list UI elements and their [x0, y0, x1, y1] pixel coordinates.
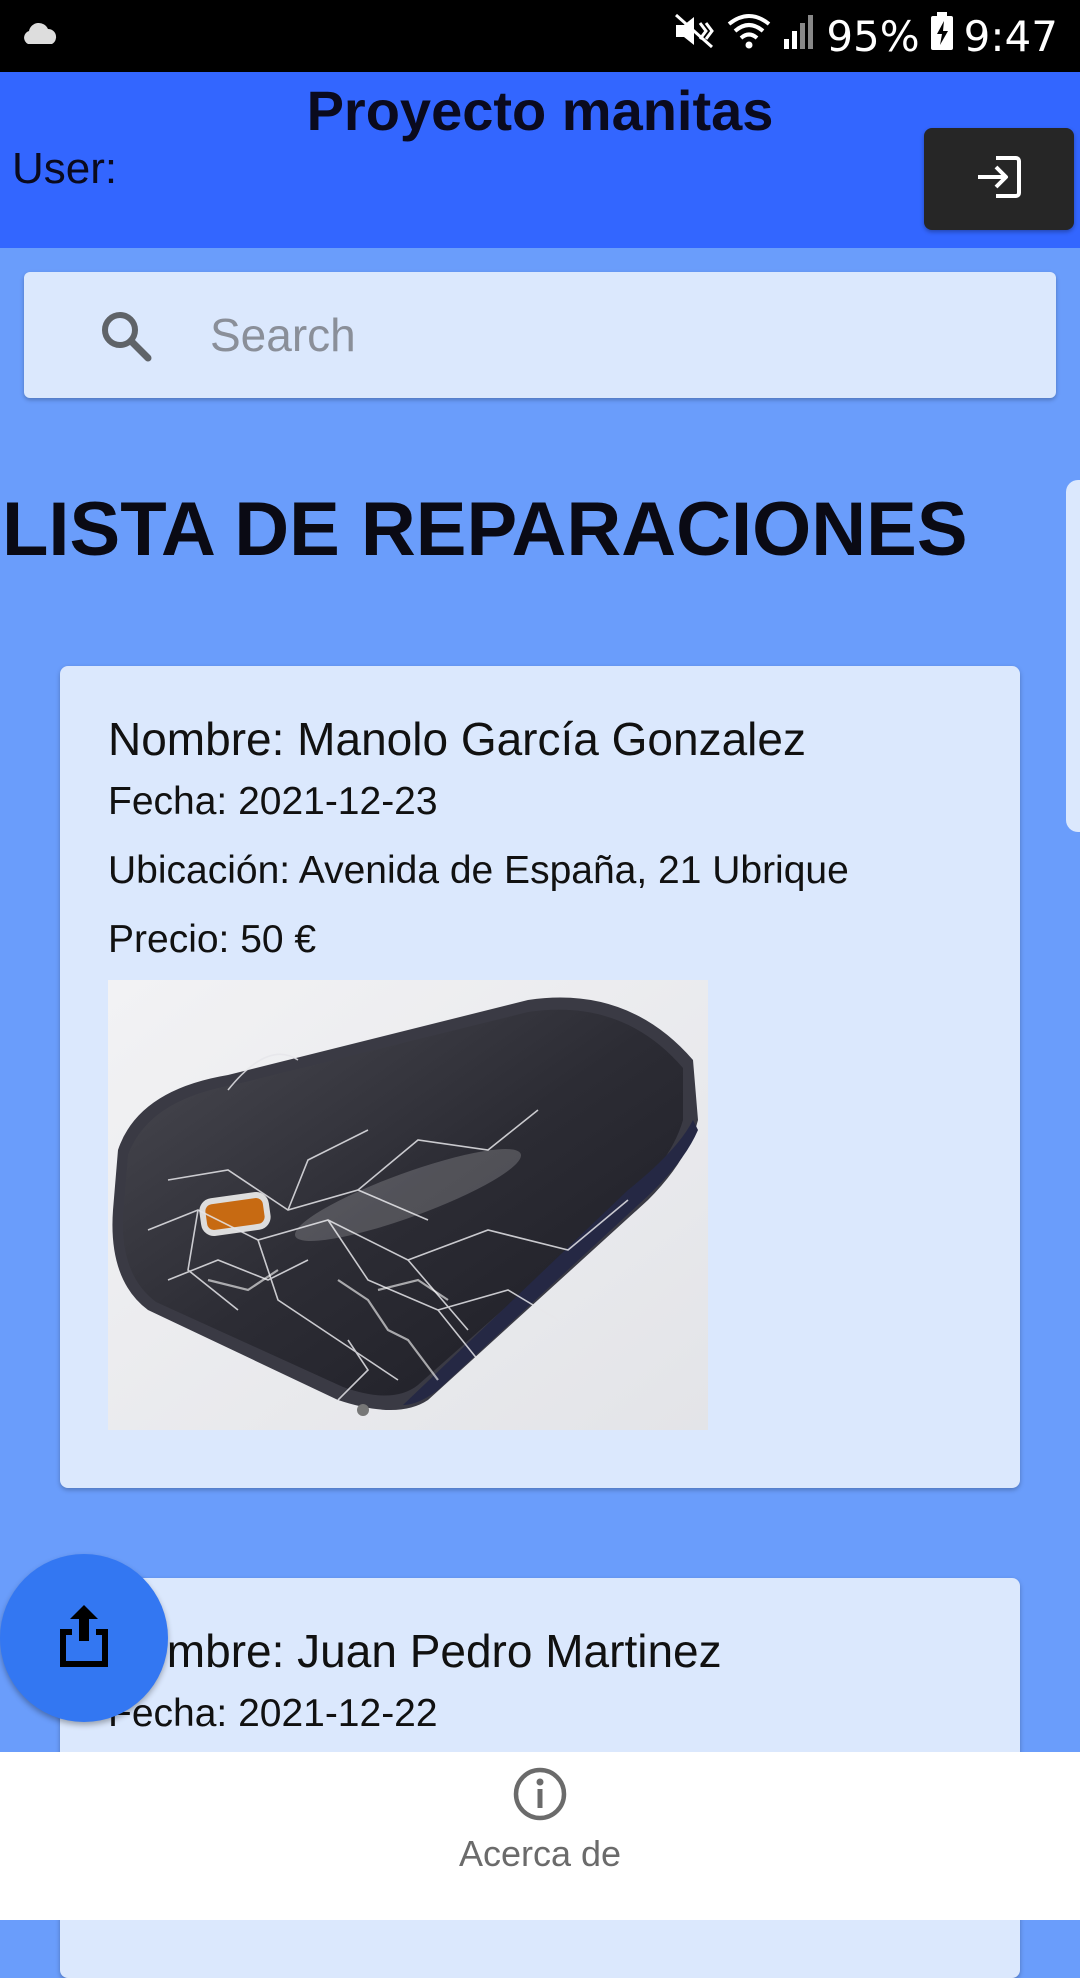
mute-icon: [672, 11, 716, 61]
status-icons: 95% 9:47: [672, 8, 1058, 64]
nav-item-about[interactable]: Acerca de: [440, 1766, 640, 1906]
repair-date: Fecha: 2021-12-22: [108, 1692, 438, 1735]
side-drawer-handle[interactable]: [1066, 480, 1080, 832]
repair-location: Ubicación: Avenida de España, 21 Ubrique: [108, 849, 849, 892]
cloud-icon: [20, 22, 60, 51]
user-label: User:: [12, 144, 118, 193]
status-bar: 95% 9:47: [0, 0, 1080, 72]
clock: 9:47: [963, 11, 1058, 61]
repair-price: Precio: 50 €: [108, 918, 317, 961]
repair-name: Nombre: Manolo García Gonzalez: [108, 713, 806, 765]
login-icon: [974, 152, 1024, 207]
repair-card[interactable]: Nombre: Manolo García Gonzalez Fecha: 20…: [60, 666, 1020, 1488]
repair-name: Nombre: Juan Pedro Martinez: [108, 1625, 722, 1677]
battery-percent: 95%: [826, 11, 920, 61]
search-bar[interactable]: [24, 272, 1056, 398]
app-title: Proyecto manitas: [306, 79, 774, 142]
bottom-navigation: Acerca de: [0, 1752, 1080, 1920]
battery-charging-icon: [930, 11, 954, 61]
login-button[interactable]: [924, 128, 1074, 230]
info-icon: [512, 1766, 568, 1827]
search-input[interactable]: [210, 300, 1010, 370]
broken-phone-photo: [108, 980, 708, 1430]
app-bar: Proyecto manitas User:: [0, 72, 1080, 248]
nav-item-label: Acerca de: [458, 1833, 622, 1874]
share-fab-button[interactable]: [0, 1554, 168, 1722]
share-upload-icon: [54, 1603, 114, 1674]
signal-icon: [782, 11, 816, 61]
wifi-icon: [726, 11, 772, 61]
list-title: LISTA DE REPARACIONES: [2, 487, 968, 572]
search-icon: [98, 308, 154, 369]
repair-date: Fecha: 2021-12-23: [108, 780, 438, 823]
